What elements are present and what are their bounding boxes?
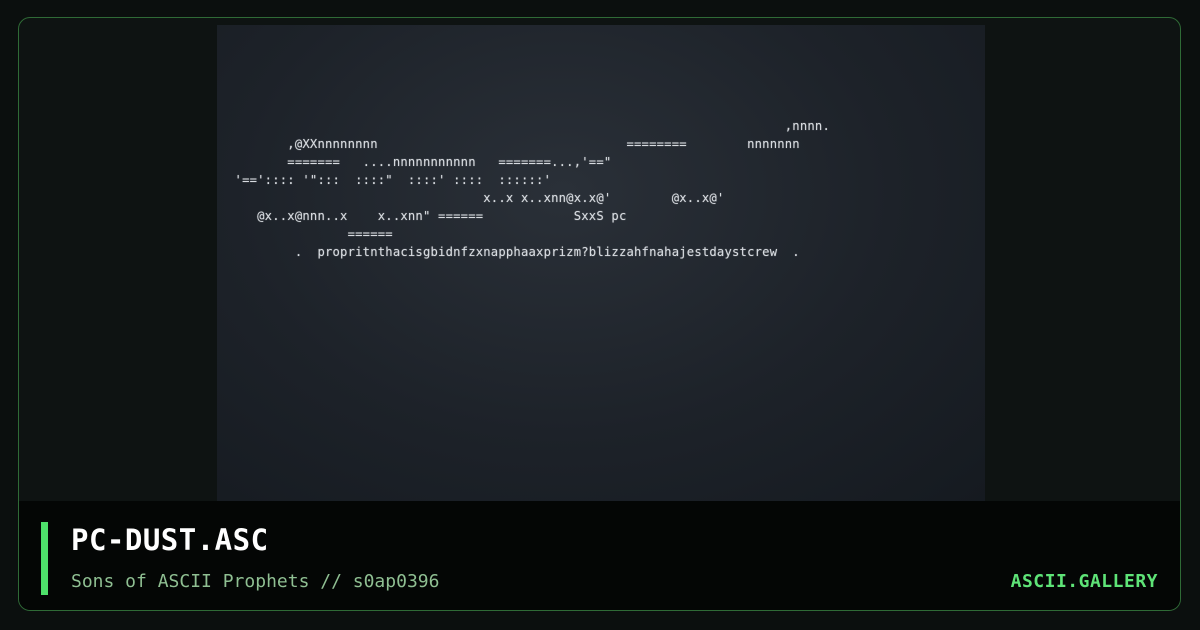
info-footer: PC-DUST.ASC Sons of ASCII Prophets // s0… (19, 501, 1180, 610)
accent-bar (41, 522, 48, 595)
ascii-art-preview[interactable]: ,nnnn. ,@XXnnnnnnnn ======== nnnnnnn ===… (217, 25, 985, 503)
site-brand-link[interactable]: ASCII.GALLERY (1011, 571, 1158, 592)
card-frame: ,nnnn. ,@XXnnnnnnnn ======== nnnnnnn ===… (18, 17, 1181, 611)
artwork-title: PC-DUST.ASC (71, 523, 269, 557)
ascii-art-text: ,nnnn. ,@XXnnnnnnnn ======== nnnnnnn ===… (234, 119, 830, 259)
artwork-subtitle: Sons of ASCII Prophets // s0ap0396 (71, 571, 440, 592)
